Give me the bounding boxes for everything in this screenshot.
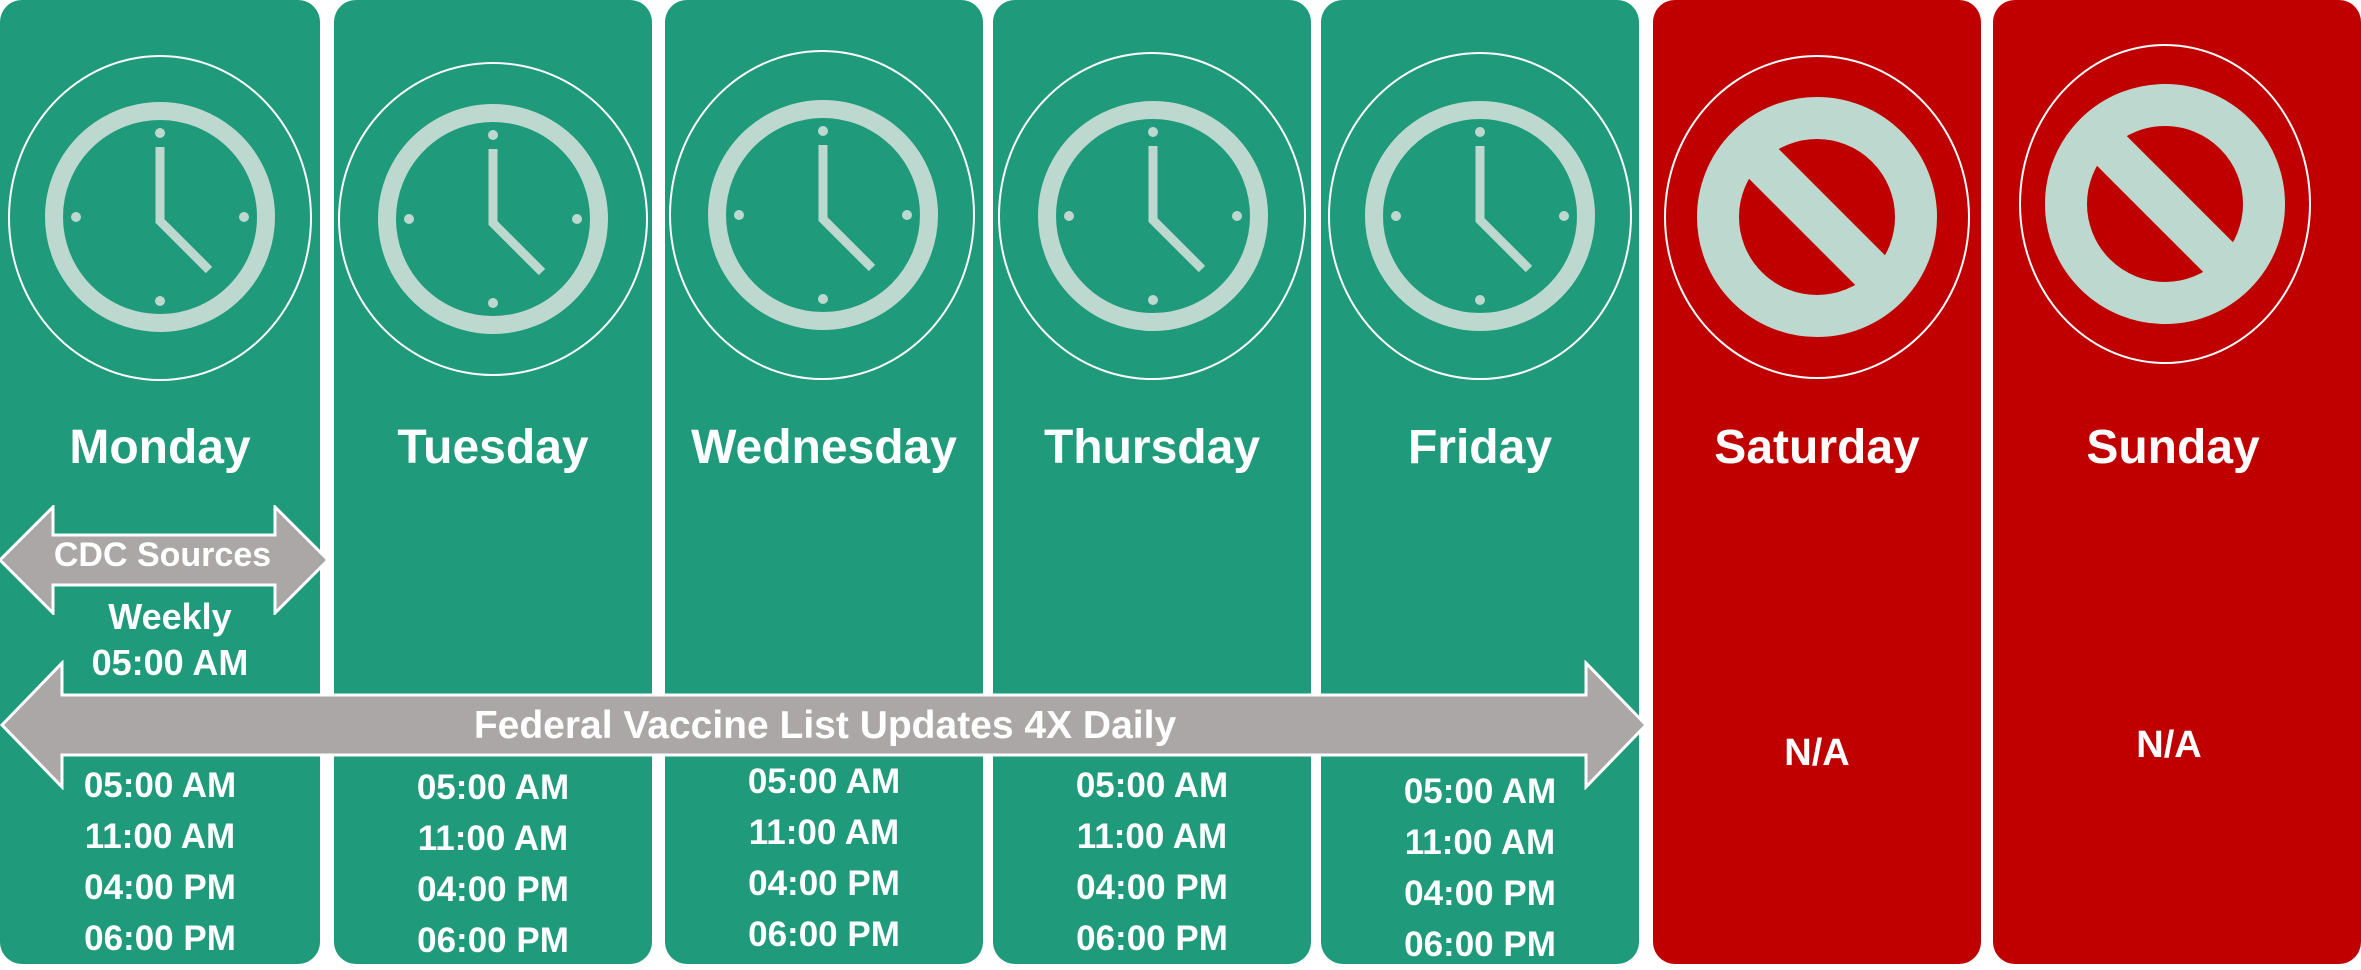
day-column-friday: Friday 05:00 AM 11:00 AM 04:00 PM 06:00 … (1321, 0, 1639, 964)
time-list: 05:00 AM 11:00 AM 04:00 PM 06:00 PM (1321, 766, 1639, 970)
time-list: 05:00 AM 11:00 AM 04:00 PM 06:00 PM (334, 762, 652, 966)
cdc-sources-label: CDC Sources (53, 536, 272, 574)
day-column-thursday: Thursday 05:00 AM 11:00 AM 04:00 PM 06:0… (993, 0, 1311, 964)
clock-icon-ring (1328, 52, 1632, 380)
clock-icon (708, 100, 938, 330)
status-label: N/A (2136, 724, 2202, 766)
clock-icon-ring (669, 50, 975, 380)
day-column-tuesday: Tuesday 05:00 AM 11:00 AM 04:00 PM 06:00… (334, 0, 652, 964)
time-entry: 11:00 AM (748, 813, 900, 852)
federal-updates-label: Federal Vaccine List Updates 4X Daily (473, 704, 1177, 747)
time-entry: 11:00 AM (1404, 823, 1556, 862)
day-label: Thursday (1043, 421, 1261, 474)
time-entry: 04:00 PM (1076, 868, 1228, 907)
time-entry: 06:00 PM (417, 921, 569, 960)
day-column-sunday: Sunday N/A (1993, 0, 2361, 964)
status-label: N/A (1784, 732, 1850, 774)
prohibited-icon-ring (1664, 55, 1970, 379)
day-label: Saturday (1714, 421, 1920, 474)
prohibited-icon-ring (2019, 44, 2311, 364)
time-list: 05:00 AM 11:00 AM 04:00 PM 06:00 PM (0, 760, 320, 964)
time-entry: 11:00 AM (1076, 817, 1228, 856)
time-entry: 06:00 PM (1076, 919, 1228, 958)
cdc-frequency: Weekly (108, 596, 232, 637)
day-label: Sunday (2086, 421, 2260, 474)
day-label: Tuesday (397, 421, 589, 474)
prohibited-icon (2045, 84, 2285, 324)
prohibited-icon (1697, 97, 1937, 337)
time-entry: 04:00 PM (748, 864, 900, 903)
clock-icon-ring (998, 52, 1306, 380)
clock-icon (1365, 101, 1595, 331)
time-entry: 06:00 PM (1404, 925, 1556, 964)
time-entry: 04:00 PM (417, 870, 569, 909)
time-entry: 11:00 AM (417, 819, 569, 858)
day-label: Friday (1407, 421, 1553, 474)
clock-icon (378, 104, 608, 334)
day-column-monday: Monday 05:00 AM 11:00 AM 04:00 PM 06:00 … (0, 0, 320, 964)
day-column-saturday: Saturday N/A (1653, 0, 1981, 964)
day-label: Wednesday (691, 421, 957, 474)
time-entry: 06:00 PM (748, 915, 900, 954)
clock-icon (1038, 101, 1268, 331)
time-entry: 06:00 PM (84, 919, 236, 958)
time-entry: 04:00 PM (1404, 874, 1556, 913)
day-column-wednesday: Wednesday 05:00 AM 11:00 AM 04:00 PM 06:… (665, 0, 983, 964)
clock-icon (45, 102, 275, 332)
time-entry: 11:00 AM (84, 817, 236, 856)
day-label: Monday (69, 421, 251, 474)
clock-icon-ring (8, 55, 312, 381)
time-list: 05:00 AM 11:00 AM 04:00 PM 06:00 PM (993, 760, 1311, 964)
time-entry: 04:00 PM (84, 868, 236, 907)
clock-icon-ring (338, 62, 648, 376)
